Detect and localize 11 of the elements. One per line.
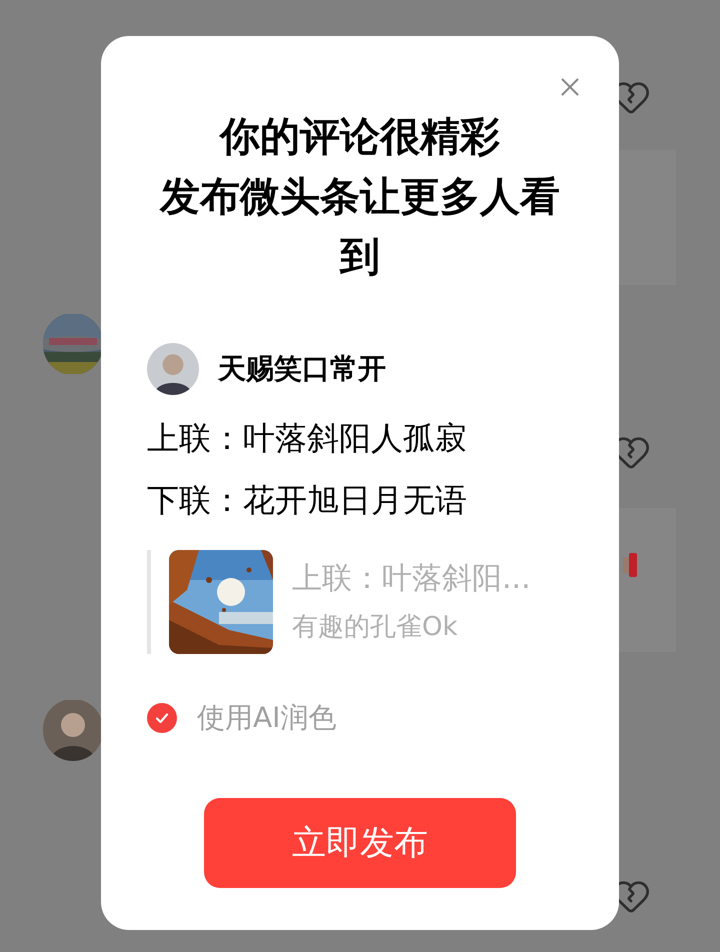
ai-checkbox[interactable]	[147, 703, 177, 733]
publish-button[interactable]: 立即发布	[204, 798, 516, 888]
quote-card[interactable]: 上联：叶落斜阳... 有趣的孔雀Ok	[147, 550, 573, 654]
author-name: 天赐笑口常开	[218, 351, 386, 387]
couplet-line: 上联：叶落斜阳人孤寂	[147, 418, 468, 459]
dialog-title: 发布微头条让更多人看到	[158, 173, 561, 282]
dialog-title: 你的评论很精彩	[220, 113, 500, 162]
ai-option-label: 使用AI润色	[197, 700, 336, 736]
couplet-line: 下联：花开旭日月无语	[147, 480, 468, 521]
quote-author: 有趣的孔雀Ok	[292, 611, 459, 644]
quote-title: 上联：叶落斜阳...	[292, 560, 531, 598]
